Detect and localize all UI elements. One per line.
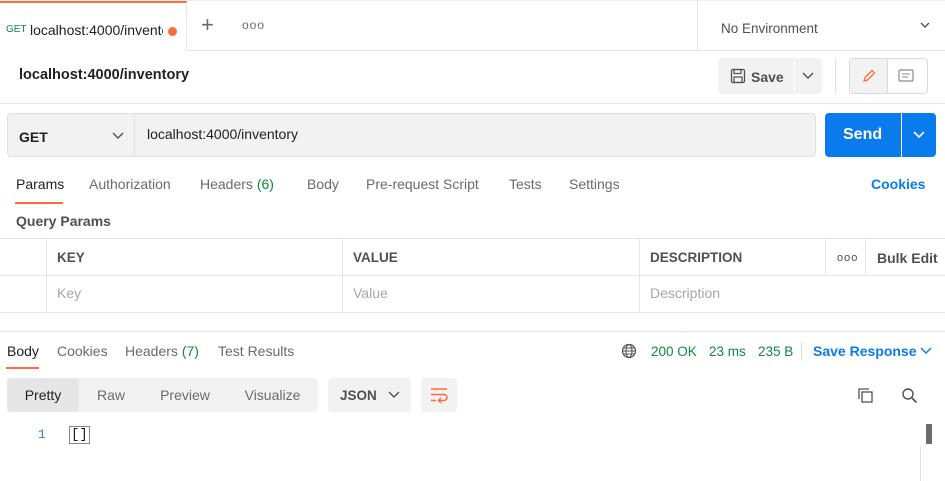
value-input[interactable]: [353, 285, 613, 301]
table-header-description: DESCRIPTION: [639, 239, 825, 275]
save-options-button[interactable]: [795, 58, 822, 94]
tab-title: localhost:4000/inventc: [30, 22, 163, 38]
send-button[interactable]: Send: [825, 113, 901, 157]
save-disk-icon: [730, 68, 746, 84]
description-input[interactable]: [650, 285, 910, 301]
description-cell: [639, 276, 945, 312]
wrap-lines-icon: [431, 388, 448, 404]
column-header: DESCRIPTION: [650, 250, 743, 265]
method-select[interactable]: GET: [7, 113, 135, 157]
code-line[interactable]: []: [69, 426, 90, 444]
tab-headers[interactable]: Headers (6): [200, 176, 274, 192]
tab-headers-label: Headers: [200, 176, 253, 192]
response-headers-label: Headers: [125, 343, 178, 359]
chevron-down-icon[interactable]: [920, 347, 932, 355]
edit-button[interactable]: [850, 59, 888, 93]
plus-icon[interactable]: +: [201, 14, 214, 36]
view-pretty[interactable]: Pretty: [7, 378, 79, 412]
more-dots-icon[interactable]: ooo: [242, 18, 265, 32]
response-time[interactable]: 23 ms: [709, 344, 746, 359]
format-select[interactable]: JSON: [328, 378, 411, 412]
scrollbar-thumb[interactable]: [926, 424, 932, 444]
chevron-down-icon: [388, 391, 400, 398]
tab-method-label: GET: [6, 24, 27, 35]
key-input[interactable]: [57, 285, 317, 301]
search-icon[interactable]: [901, 387, 918, 404]
response-tab-test-results[interactable]: Test Results: [218, 343, 294, 359]
response-tab-cookies[interactable]: Cookies: [57, 343, 108, 359]
response-headers-count: (7): [181, 343, 199, 359]
save-button[interactable]: Save: [718, 58, 794, 94]
chevron-down-icon: [920, 22, 930, 28]
send-options-button[interactable]: [902, 113, 936, 157]
chevron-down-icon: [112, 132, 124, 139]
view-visualize[interactable]: Visualize: [227, 378, 318, 412]
format-label: JSON: [340, 388, 377, 403]
column-header: KEY: [57, 250, 85, 265]
pencil-icon: [863, 69, 876, 82]
table-header-key: KEY: [46, 239, 343, 275]
code-text: []: [69, 426, 90, 444]
view-mode-segmented-control: Pretty Raw Preview Visualize: [7, 378, 318, 412]
query-params-title: Query Params: [16, 213, 111, 229]
chevron-down-icon: [802, 72, 814, 79]
status-badge[interactable]: 200 OK: [651, 344, 697, 359]
cookies-link[interactable]: Cookies: [871, 176, 925, 192]
divider: [801, 341, 802, 361]
unsaved-dot-icon: [168, 27, 177, 36]
divider: [835, 58, 836, 94]
value-cell: [342, 276, 639, 312]
line-number: 1: [38, 427, 46, 442]
method-label: GET: [19, 129, 48, 145]
table-header-row: KEY VALUE DESCRIPTION ooo Bulk Edit: [0, 239, 945, 276]
bulk-edit-button[interactable]: Bulk Edit: [877, 250, 938, 266]
scroll-track: [920, 446, 921, 481]
tab-settings[interactable]: Settings: [569, 176, 620, 192]
save-label: Save: [751, 69, 784, 85]
tab-params[interactable]: Params: [16, 176, 64, 192]
column-header: VALUE: [353, 250, 398, 265]
key-cell: [46, 276, 343, 312]
tab-body[interactable]: Body: [307, 176, 339, 192]
copy-icon[interactable]: [857, 387, 874, 404]
divider: [0, 103, 945, 104]
save-response-button[interactable]: Save Response: [813, 343, 917, 359]
response-tab-headers[interactable]: Headers (7): [125, 343, 199, 359]
tab-tests[interactable]: Tests: [509, 176, 542, 192]
request-tab-active[interactable]: GET localhost:4000/inventc: [0, 1, 187, 51]
wrap-lines-button[interactable]: [421, 378, 457, 412]
environment-selector[interactable]: No Environment: [697, 1, 945, 51]
active-tab-indicator: [15, 202, 63, 204]
environment-label: No Environment: [721, 21, 818, 36]
send-label: Send: [843, 126, 883, 143]
tab-pre-request-script[interactable]: Pre-request Script: [366, 176, 479, 192]
table-row: [0, 276, 945, 313]
request-title[interactable]: localhost:4000/inventory: [19, 67, 189, 83]
tab-authorization[interactable]: Authorization: [89, 176, 171, 192]
response-divider[interactable]: [0, 331, 945, 332]
edit-comment-toggle: [849, 58, 928, 94]
globe-icon[interactable]: [621, 343, 637, 359]
chevron-down-icon: [913, 131, 925, 139]
query-params-table: KEY VALUE DESCRIPTION ooo Bulk Edit: [0, 238, 945, 313]
active-tab-indicator: [6, 367, 39, 369]
table-header-value: VALUE: [342, 239, 639, 275]
view-preview[interactable]: Preview: [143, 378, 227, 412]
tab-bar: GET localhost:4000/inventc + ooo No Envi…: [0, 0, 945, 51]
comment-icon: [898, 69, 914, 82]
response-tab-body[interactable]: Body: [7, 343, 39, 359]
view-raw[interactable]: Raw: [79, 378, 143, 412]
url-input[interactable]: [147, 126, 747, 142]
url-field[interactable]: [135, 113, 816, 157]
headers-count-badge: (6): [256, 176, 274, 192]
more-dots-icon[interactable]: ooo: [837, 252, 858, 264]
response-size[interactable]: 235 B: [758, 344, 793, 359]
